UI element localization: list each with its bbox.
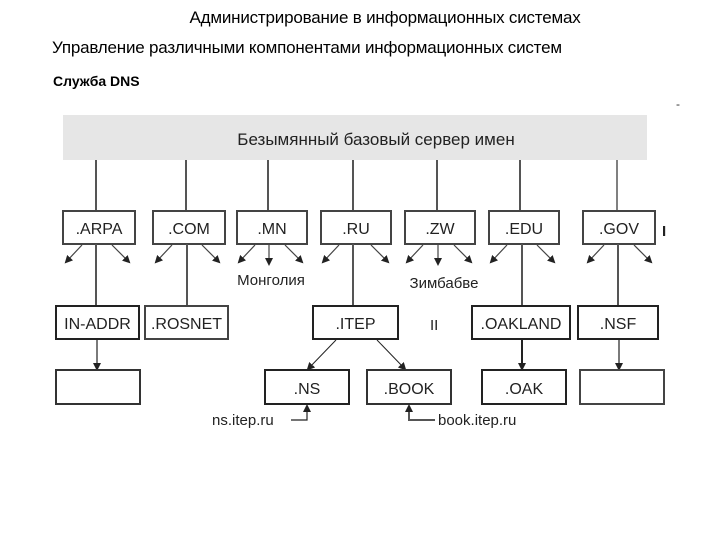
leaf-node-oak: .OAK — [481, 369, 567, 405]
tld-label: .GOV — [599, 221, 639, 238]
leaf-node-ns: .NS — [264, 369, 350, 405]
tld-node-edu: .EDU — [488, 210, 560, 245]
leaf-label: .OAK — [505, 381, 544, 398]
tld-node-com: .COM — [152, 210, 226, 245]
third-level-row: .NS .BOOK .OAK — [55, 369, 665, 405]
root-connectors — [95, 160, 618, 211]
tld-label: .ARPA — [76, 221, 123, 238]
arrow-com-left — [154, 244, 173, 264]
tld-label: .ZW — [425, 221, 455, 238]
tld-label: .EDU — [505, 221, 543, 238]
sld-child-arrows — [93, 339, 623, 371]
sld-node-in-addr: IN-ADDR — [55, 305, 140, 340]
sld-node-nsf: .NSF — [577, 305, 659, 340]
root-server-label: Безымянный базовый сервер имен — [237, 130, 514, 149]
arrow-ru-right — [370, 244, 390, 264]
leaf-node-nsf-child — [579, 369, 665, 405]
pointer-book-host — [405, 404, 435, 421]
sld-label: .NSF — [600, 316, 637, 333]
sld-node-oakland: .OAKLAND — [471, 305, 571, 340]
arrow-arpa-left — [64, 244, 83, 264]
sld-node-itep: .ITEP — [312, 305, 399, 340]
annotation-zimbabwe: Зимбабве — [410, 275, 479, 292]
tld-label: .RU — [342, 221, 370, 238]
arrow-edu-left — [489, 244, 508, 264]
arrow-zw-left — [405, 244, 424, 264]
annotation-mongolia: Монголия — [237, 272, 305, 289]
arrow-arpa-right — [111, 244, 131, 264]
leaf-label: .BOOK — [384, 381, 435, 398]
sld-label: .OAKLAND — [481, 316, 562, 333]
tld-label: .COM — [168, 221, 210, 238]
tld-row: .ARPA .COM .MN .RU .ZW .EDU .GOV — [62, 210, 656, 245]
pointer-ns-host — [291, 404, 311, 421]
arrow-itep-ns — [306, 339, 337, 371]
stray-mark-gov: I — [662, 223, 666, 240]
tld-node-gov: .GOV — [582, 210, 656, 245]
tld-fanout-arrows — [64, 244, 653, 266]
arrow-mn-left — [237, 244, 256, 264]
second-level-row: IN-ADDR .ROSNET .ITEP .OAKLAND .NSF — [55, 305, 659, 340]
leaf-node-in-addr-child — [55, 369, 141, 405]
arrow-gov-left — [586, 244, 605, 264]
host-label-ns: ns.itep.ru — [212, 412, 274, 429]
arrow-gov-right — [633, 244, 653, 264]
tld-node-mn: .MN — [236, 210, 308, 245]
arrow-com-right — [201, 244, 221, 264]
arrow-itep-book — [376, 339, 407, 371]
leaf-label: .NS — [294, 381, 321, 398]
sld-label: IN-ADDR — [64, 316, 131, 333]
tld-label: .MN — [257, 221, 286, 238]
arrow-zw-right — [453, 244, 473, 264]
dns-hierarchy-diagram: Безымянный базовый сервер имен .ARPA .CO… — [55, 115, 666, 429]
arrow-edu-right — [536, 244, 556, 264]
sld-label: .ITEP — [335, 316, 375, 333]
arrow-mn-right — [284, 244, 304, 264]
host-label-book: book.itep.ru — [438, 412, 516, 429]
tld-connectors — [95, 244, 619, 306]
tld-node-zw: .ZW — [404, 210, 476, 245]
leaf-node-book: .BOOK — [366, 369, 452, 405]
stray-mark-itep: II — [430, 317, 438, 334]
tld-node-arpa: .ARPA — [62, 210, 136, 245]
host-pointers — [291, 404, 435, 421]
sld-label: .ROSNET — [151, 316, 222, 333]
tld-node-ru: .RU — [320, 210, 392, 245]
root-server-node: Безымянный базовый сервер имен — [63, 115, 647, 160]
arrow-ru-left — [321, 244, 340, 264]
sld-node-rosnet: .ROSNET — [144, 305, 229, 340]
